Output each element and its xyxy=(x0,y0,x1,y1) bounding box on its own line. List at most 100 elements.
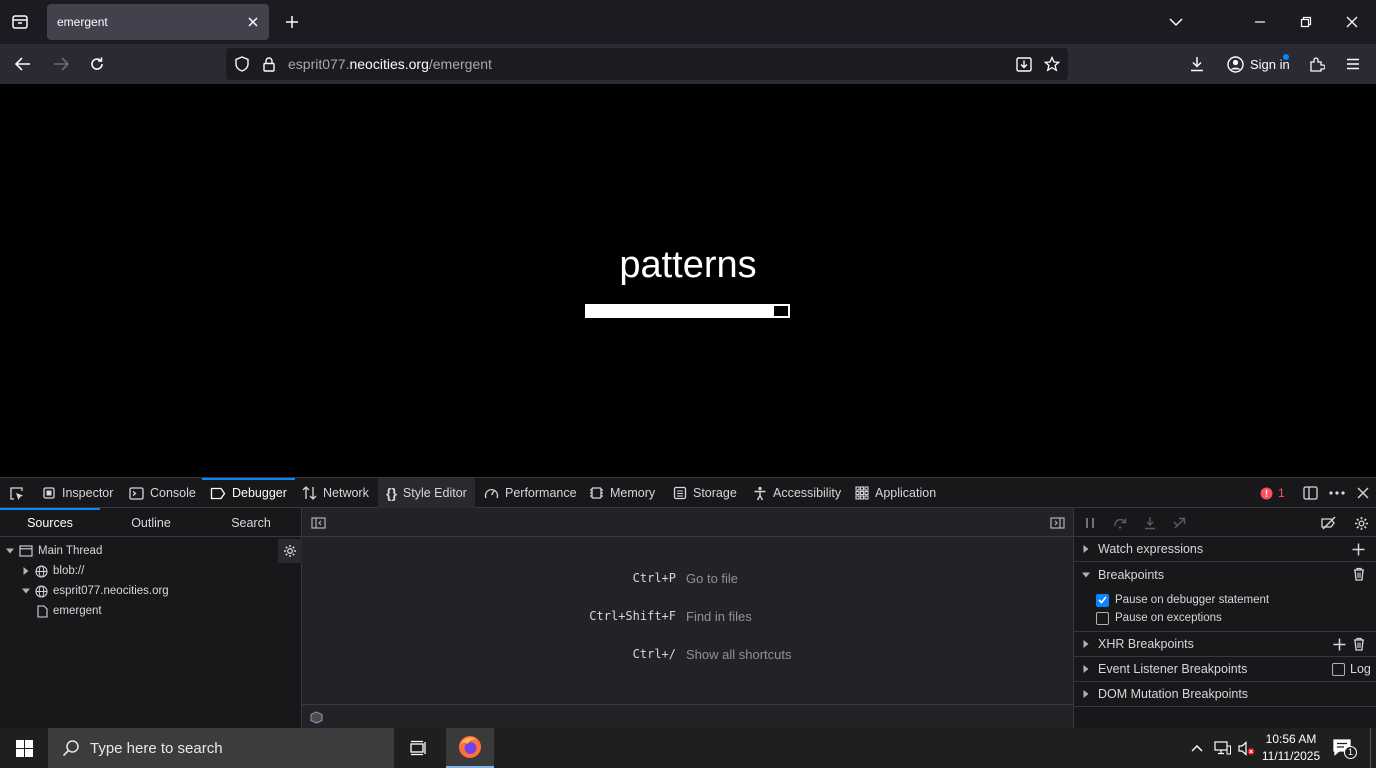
debugger-settings-gear-icon[interactable] xyxy=(1351,514,1371,532)
editor-toolbar xyxy=(302,508,1073,537)
tab-accessibility[interactable]: Accessibility xyxy=(745,478,849,508)
remove-xhr-breakpoints-trash-icon[interactable] xyxy=(1353,637,1365,651)
padlock-icon[interactable] xyxy=(260,55,278,73)
pause-on-exceptions-label: Pause on exceptions xyxy=(1115,612,1222,624)
firefox-logo-icon xyxy=(459,736,481,758)
step-out-icon[interactable] xyxy=(1171,515,1189,531)
windows-start-icon[interactable] xyxy=(0,728,48,768)
shortcut-show-all: Ctrl+/ Show all shortcuts xyxy=(302,647,1073,665)
dom-mutation-breakpoints-header[interactable]: DOM Mutation Breakpoints xyxy=(1074,682,1376,707)
error-count-button[interactable]: 1 xyxy=(1260,478,1285,508)
step-over-icon[interactable] xyxy=(1111,515,1129,531)
tab-inspector[interactable]: Inspector xyxy=(34,478,121,508)
pause-icon[interactable] xyxy=(1082,515,1098,531)
dock-options-icon[interactable] xyxy=(1300,484,1320,502)
deactivate-breakpoints-icon[interactable] xyxy=(1318,514,1338,532)
shortcut-label: Find in files xyxy=(686,609,752,624)
accessibility-person-icon xyxy=(754,486,766,500)
tab-sources[interactable]: Sources xyxy=(0,508,100,537)
tab-style-editor[interactable]: {} Style Editor xyxy=(378,478,475,508)
firefox-view-icon[interactable] xyxy=(8,10,32,34)
close-devtools-icon[interactable] xyxy=(1353,484,1373,502)
show-desktop-button[interactable] xyxy=(1370,728,1376,768)
back-icon[interactable] xyxy=(12,54,34,74)
breakpoints-header[interactable]: Breakpoints xyxy=(1074,562,1376,587)
tab-search[interactable]: Search xyxy=(201,508,301,537)
watch-expressions-header[interactable]: Watch expressions xyxy=(1074,537,1376,562)
remove-all-breakpoints-trash-icon[interactable] xyxy=(1353,567,1365,581)
volume-muted-icon[interactable] xyxy=(1236,739,1256,757)
tracking-protection-shield-icon[interactable] xyxy=(232,55,252,73)
tab-storage[interactable]: Storage xyxy=(665,478,745,508)
tab-console[interactable]: Console xyxy=(121,478,204,508)
tab-memory[interactable]: Memory xyxy=(581,478,663,508)
xhr-breakpoints-header[interactable]: XHR Breakpoints xyxy=(1074,632,1376,657)
expanded-arrow-icon xyxy=(1082,572,1090,577)
tab-debugger[interactable]: Debugger xyxy=(202,478,295,508)
editor-pane: Ctrl+P Go to file Ctrl+Shift+F Find in f… xyxy=(302,508,1073,729)
close-tab-icon[interactable] xyxy=(247,16,259,28)
element-picker-icon[interactable] xyxy=(6,484,26,502)
event-listener-breakpoints-header[interactable]: Event Listener Breakpoints Log xyxy=(1074,657,1376,682)
add-xhr-breakpoint-icon[interactable] xyxy=(1333,638,1346,651)
url-bar[interactable]: esprit077.neocities.org/emergent xyxy=(226,48,1068,80)
hamburger-menu-icon[interactable] xyxy=(1342,54,1364,74)
pause-on-debugger-checkbox[interactable] xyxy=(1096,593,1109,607)
windows-taskbar: Type here to search 10:56 AM 11/11/2025 … xyxy=(0,728,1376,768)
clock[interactable]: 10:56 AM 11/11/2025 xyxy=(1258,731,1324,765)
reload-icon[interactable] xyxy=(86,54,108,74)
add-watch-expression-icon[interactable] xyxy=(1352,543,1365,556)
tree-file[interactable]: emergent xyxy=(37,601,102,621)
memory-chip-icon xyxy=(590,487,603,499)
clock-time: 10:56 AM xyxy=(1265,732,1317,746)
sign-in-button[interactable]: Sign in xyxy=(1219,48,1296,80)
log-option[interactable]: Log xyxy=(1332,662,1371,676)
bookmark-star-icon[interactable] xyxy=(1042,55,1062,73)
source-map-icon[interactable] xyxy=(307,709,325,725)
minimize-icon[interactable] xyxy=(1250,12,1270,32)
inspector-icon xyxy=(43,487,55,499)
toggle-secondary-pane-icon[interactable] xyxy=(1047,514,1067,532)
more-options-icon[interactable] xyxy=(1327,484,1347,502)
tab-inspector-label: Inspector xyxy=(62,486,114,500)
tree-blob[interactable]: blob:// xyxy=(22,561,84,581)
pause-on-debugger-row[interactable]: Pause on debugger statement xyxy=(1096,591,1269,609)
show-hidden-icons-chevron-icon[interactable] xyxy=(1188,739,1206,757)
action-center-icon[interactable]: 1 xyxy=(1330,736,1357,760)
shortcut-label: Go to file xyxy=(686,571,739,586)
restore-icon[interactable] xyxy=(1296,12,1316,32)
tab-storage-label: Storage xyxy=(693,486,737,500)
notification-dot xyxy=(1283,54,1289,60)
firefox-taskbar-button[interactable] xyxy=(446,728,494,768)
browser-tab-strip: emergent xyxy=(0,0,1376,44)
step-in-icon[interactable] xyxy=(1141,515,1159,531)
progress-fill xyxy=(587,306,774,316)
pause-on-exceptions-checkbox[interactable] xyxy=(1096,611,1109,625)
clock-date: 11/11/2025 xyxy=(1261,749,1321,763)
forward-icon[interactable] xyxy=(50,54,72,74)
extensions-icon[interactable] xyxy=(1306,54,1328,74)
taskbar-search-box[interactable]: Type here to search xyxy=(48,728,394,768)
browser-tab[interactable]: emergent xyxy=(47,4,269,40)
tab-application[interactable]: Application xyxy=(847,478,944,508)
tab-network[interactable]: Network xyxy=(294,478,377,508)
task-view-icon[interactable] xyxy=(398,728,440,768)
search-icon xyxy=(62,740,79,757)
sources-settings-gear-icon[interactable] xyxy=(278,539,302,563)
new-tab-icon[interactable] xyxy=(282,12,302,32)
log-checkbox[interactable] xyxy=(1332,662,1345,676)
tree-main-thread[interactable]: Main Thread xyxy=(6,541,102,561)
tab-performance[interactable]: Performance xyxy=(476,478,585,508)
navigation-toolbar: esprit077.neocities.org/emergent Sign in xyxy=(0,44,1376,84)
search-placeholder: Type here to search xyxy=(90,739,223,757)
shortcut-find-in-files: Ctrl+Shift+F Find in files xyxy=(302,609,1073,627)
list-all-tabs-icon[interactable] xyxy=(1166,12,1186,32)
pause-on-exceptions-row[interactable]: Pause on exceptions xyxy=(1096,609,1222,627)
network-status-icon[interactable] xyxy=(1212,739,1232,757)
tree-host[interactable]: esprit077.neocities.org xyxy=(22,581,169,601)
downloads-icon[interactable] xyxy=(1186,54,1208,74)
window-close-icon[interactable] xyxy=(1342,12,1362,32)
install-app-icon[interactable] xyxy=(1014,55,1034,73)
toggle-sources-pane-icon[interactable] xyxy=(308,514,328,532)
tab-outline[interactable]: Outline xyxy=(101,508,201,537)
